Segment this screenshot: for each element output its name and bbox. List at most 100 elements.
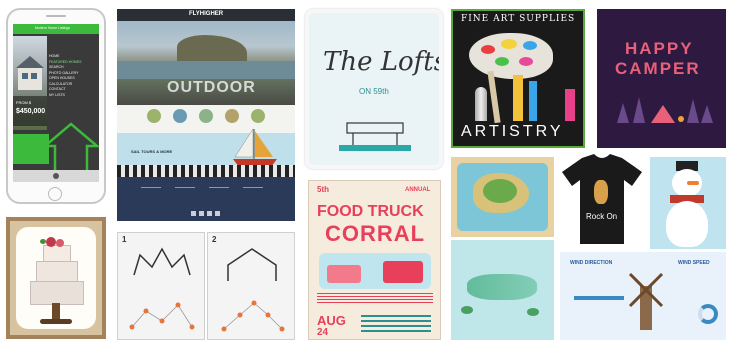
wind-direction-label: WIND DIRECTION xyxy=(570,260,613,266)
house-sketch xyxy=(227,248,277,281)
pencil-yellow xyxy=(513,75,523,121)
cake-frame-tile[interactable] xyxy=(6,217,106,339)
site-footer xyxy=(117,177,295,221)
artistry-top-text: FINE ART SUPPLIES xyxy=(461,14,576,24)
node-diagram xyxy=(221,300,285,332)
leaf-decor xyxy=(40,239,46,244)
home-arrow-outline xyxy=(43,122,99,176)
paint-dot-red xyxy=(481,45,495,54)
snowman-nose xyxy=(687,181,699,185)
poster-info-band xyxy=(317,293,433,305)
house-roof xyxy=(16,56,44,68)
wave-pattern-band xyxy=(117,165,295,177)
leaf-decor xyxy=(461,306,473,314)
snowman-body xyxy=(666,201,708,247)
guitar-graphic xyxy=(594,180,608,204)
sailboat-illustration xyxy=(233,128,277,167)
menu-item[interactable]: MY LISTS xyxy=(49,93,99,99)
camper-line-2: CAMPER xyxy=(615,59,701,78)
phone-speaker xyxy=(46,15,66,17)
paint-dot-green xyxy=(495,57,509,66)
lofts-title: The Lofts xyxy=(323,47,443,77)
wind-speed-gauge xyxy=(698,304,718,324)
windmill-blades xyxy=(628,272,664,308)
lettering-stroke xyxy=(467,274,537,300)
happy-camper-tile[interactable]: HAPPY CAMPER xyxy=(597,9,726,148)
feature-icon[interactable] xyxy=(199,109,213,123)
tshirt-text: Rock On xyxy=(586,212,618,221)
green-form-block xyxy=(13,134,49,164)
hero-image: OUTDOOR xyxy=(117,21,295,105)
panel-number: 2 xyxy=(212,235,217,244)
feature-icon[interactable] xyxy=(147,109,161,123)
artistry-poster-tile[interactable]: FINE ART SUPPLIES ARTISTRY xyxy=(451,9,585,148)
feature-icon[interactable] xyxy=(251,109,265,123)
phone-nav-dot[interactable] xyxy=(53,173,59,179)
poster-annual: ANNUAL xyxy=(405,187,431,193)
poster-month: AUG xyxy=(317,313,346,328)
phone-home-button[interactable] xyxy=(48,187,62,201)
wireframe-panel-2[interactable]: 2 xyxy=(207,232,295,340)
crown-sketch xyxy=(133,247,191,276)
food-truck-poster-tile[interactable]: 5th ANNUAL FOOD TRUCK CORRAL AUG 24 xyxy=(308,180,441,340)
lofts-subtitle: ON 59th xyxy=(359,87,389,96)
price-label: FROM $ xyxy=(16,100,32,105)
wireframe-panel-1[interactable]: 1 xyxy=(117,232,205,340)
site-logo[interactable]: FLYHIGHER xyxy=(189,11,223,17)
feature-icon[interactable] xyxy=(173,109,187,123)
hero-text: OUTDOOR xyxy=(167,79,256,96)
flower-decor xyxy=(46,237,56,247)
paint-dot-pink xyxy=(519,57,533,66)
nav-menu: HOME FEATURED HOMES SEARCH PHOTO GALLERY… xyxy=(49,54,99,98)
treasure-map-tile[interactable] xyxy=(451,157,554,237)
footer-column xyxy=(175,187,195,202)
price-overlay: FROM $ $450,000 xyxy=(13,96,47,126)
handlettering-tile[interactable] xyxy=(451,240,554,340)
house-body xyxy=(18,68,42,90)
cake-tier-bottom xyxy=(30,281,84,305)
paint-brush xyxy=(487,70,501,124)
panel-number: 1 xyxy=(122,235,127,244)
leaf-decor xyxy=(527,308,539,316)
feature-icon[interactable] xyxy=(225,109,239,123)
direction-arrow xyxy=(574,296,624,300)
footer-column xyxy=(209,187,229,202)
house-window xyxy=(31,73,37,79)
campsite-scene xyxy=(617,97,713,123)
paint-dot-yellow xyxy=(501,39,517,49)
phone-screen: Modern Home Listings FROM $ $450,000 HOM… xyxy=(13,24,99,182)
rock-on-tshirt-tile[interactable]: Rock On xyxy=(556,152,648,248)
food-truck-icon xyxy=(327,265,361,283)
sidebar-title: Modern Home Listings xyxy=(35,26,71,30)
artistry-bottom-text: ARTISTRY xyxy=(461,123,564,140)
social-icons[interactable] xyxy=(191,211,221,216)
house-photo: FROM $ $450,000 xyxy=(13,36,47,130)
flower-decor xyxy=(56,239,64,247)
snowman-tile[interactable] xyxy=(650,157,726,249)
lofts-logo-tile[interactable]: The Lofts ON 59th xyxy=(305,9,443,169)
pencil-pink xyxy=(565,89,575,121)
poster-subtitle: CORRAL xyxy=(325,221,426,246)
website-mockup-tile[interactable]: FLYHIGHER OUTDOOR SAIL TOURS & MORE xyxy=(117,9,295,221)
cake-tier-middle xyxy=(36,261,78,283)
weather-infographic-tile[interactable]: WIND DIRECTION WIND SPEED xyxy=(560,252,726,340)
food-truck-icon xyxy=(383,261,423,283)
pencil-blue xyxy=(529,81,537,121)
house-window xyxy=(22,73,28,79)
node-diagram xyxy=(129,302,195,330)
pen-nib xyxy=(475,87,487,121)
footer-column xyxy=(141,187,161,202)
camper-line-1: HAPPY xyxy=(625,39,694,58)
section-label: SAIL TOURS & MORE xyxy=(131,149,173,154)
wind-speed-label: WIND SPEED xyxy=(678,260,710,266)
hero-sea xyxy=(117,61,295,79)
poster-day: 24 xyxy=(317,327,329,338)
poster-year: 5th xyxy=(317,185,329,194)
paint-dot-blue xyxy=(523,41,537,50)
map-island-green xyxy=(483,179,517,203)
price-value: $450,000 xyxy=(16,108,46,115)
phone-mockup-tile[interactable]: Modern Home Listings FROM $ $450,000 HOM… xyxy=(6,8,106,204)
building-icon xyxy=(339,122,411,151)
cake-stand-base xyxy=(40,319,72,324)
poster-address-lines xyxy=(361,315,431,333)
